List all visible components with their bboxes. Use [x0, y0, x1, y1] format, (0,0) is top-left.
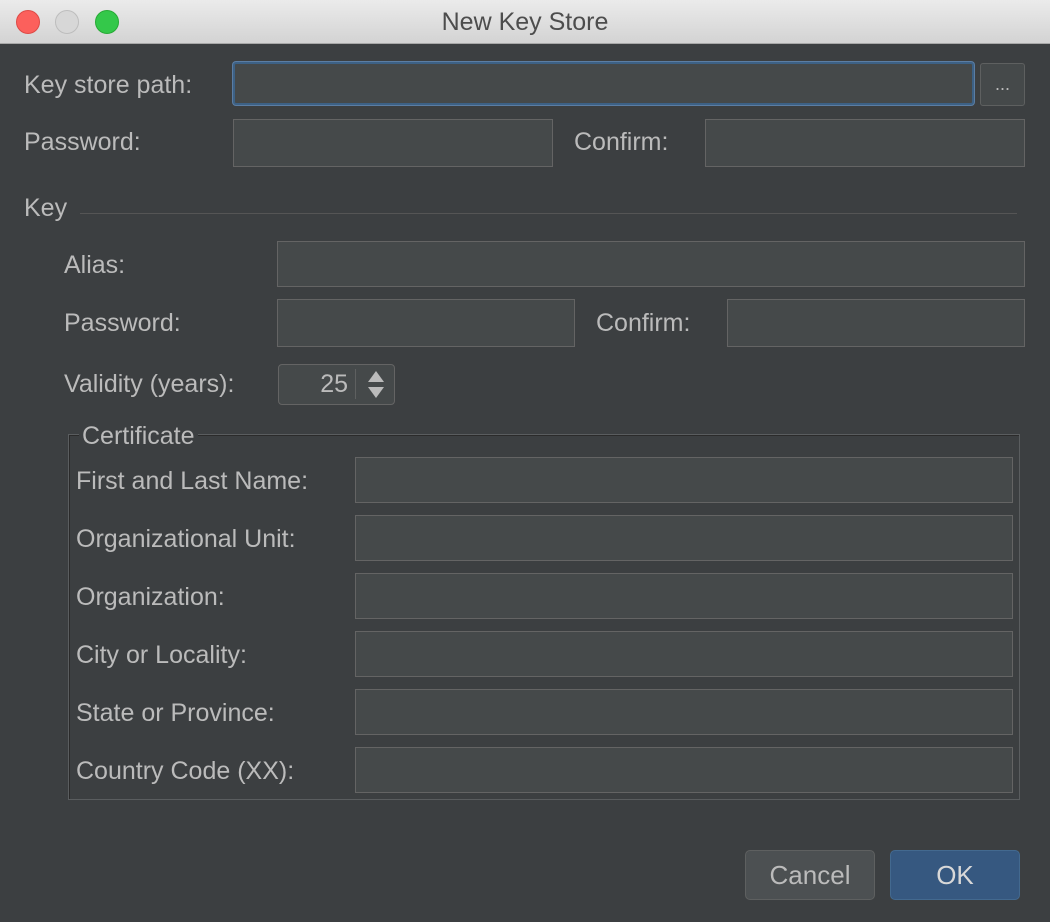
country-code-label: Country Code (XX): — [76, 757, 295, 785]
spinner-down-arrow-icon[interactable] — [368, 387, 384, 398]
browse-button[interactable]: ... — [980, 63, 1025, 106]
cancel-button[interactable]: Cancel — [745, 850, 875, 900]
key-password-label: Password: — [64, 309, 181, 337]
ok-button[interactable]: OK — [890, 850, 1020, 900]
org-unit-field[interactable] — [355, 515, 1013, 561]
country-code-field[interactable] — [355, 747, 1013, 793]
validity-value: 25 — [320, 370, 348, 398]
validity-label: Validity (years): — [64, 370, 235, 398]
keystore-confirm-field[interactable] — [705, 119, 1025, 167]
key-store-path-input[interactable] — [233, 62, 974, 105]
state-field[interactable] — [355, 689, 1013, 735]
certificate-group-title: Certificate — [79, 421, 198, 451]
key-password-field[interactable] — [277, 299, 575, 347]
key-store-path-label: Key store path: — [24, 71, 193, 99]
city-field[interactable] — [355, 631, 1013, 677]
organization-field[interactable] — [355, 573, 1013, 619]
key-section-separator — [80, 213, 1017, 214]
key-confirm-field[interactable] — [727, 299, 1025, 347]
organization-label: Organization: — [76, 583, 225, 611]
first-last-name-field[interactable] — [355, 457, 1013, 503]
keystore-password-label: Password: — [24, 128, 141, 156]
title-bar: New Key Store — [0, 0, 1050, 44]
keystore-password-field[interactable] — [233, 119, 553, 167]
alias-label: Alias: — [64, 251, 126, 279]
key-confirm-label: Confirm: — [596, 309, 691, 337]
alias-field[interactable] — [277, 241, 1025, 287]
spinner-up-arrow-icon[interactable] — [368, 371, 384, 382]
window-title: New Key Store — [441, 8, 609, 36]
key-section-label: Key — [24, 194, 68, 222]
keystore-confirm-label: Confirm: — [574, 128, 669, 156]
city-label: City or Locality: — [76, 641, 247, 669]
spinner-divider — [355, 369, 356, 399]
first-last-name-label: First and Last Name: — [76, 467, 309, 495]
validity-spinner[interactable]: 25 — [278, 364, 395, 405]
org-unit-label: Organizational Unit: — [76, 525, 296, 553]
state-label: State or Province: — [76, 699, 275, 727]
